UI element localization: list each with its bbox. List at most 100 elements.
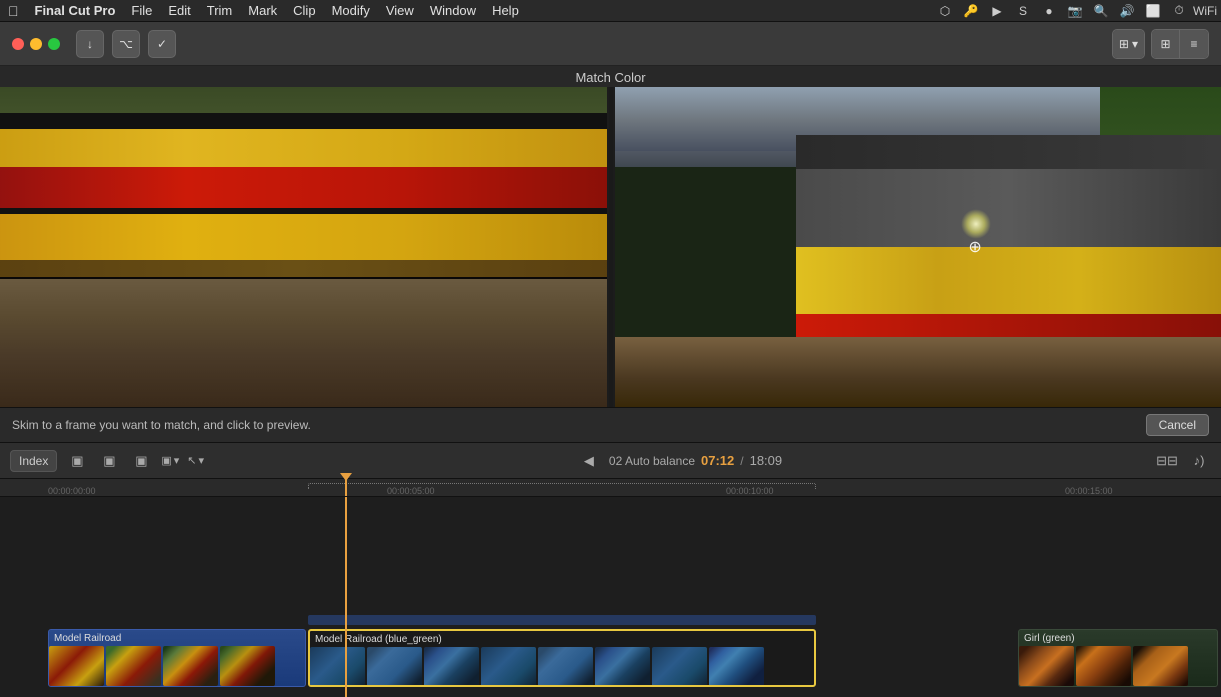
- menu-clip[interactable]: Clip: [293, 3, 315, 18]
- chevron-down-icon: ▾: [1132, 37, 1138, 51]
- viewer-left[interactable]: [0, 87, 607, 407]
- volume-icon: 🔊: [1119, 3, 1135, 19]
- train-red: [0, 167, 607, 209]
- check-icon: ✓: [157, 37, 167, 51]
- clip-thumb-1: [49, 646, 104, 686]
- clip-row: Model Railroad Model Railroad (blue_gree…: [0, 627, 1221, 687]
- menu-modify[interactable]: Modify: [332, 3, 370, 18]
- menu-file[interactable]: File: [131, 3, 152, 18]
- menu-trim[interactable]: Trim: [207, 3, 233, 18]
- layout-group: ⊞ ≡: [1151, 29, 1209, 59]
- search-icon: 🔍: [1093, 3, 1109, 19]
- skim-instruction: Skim to a frame you want to match, and c…: [12, 418, 1146, 432]
- ruler-mark-3: 00:00:15:00: [1065, 486, 1113, 496]
- viewer-button[interactable]: ⊞ ▾: [1113, 30, 1144, 58]
- viewer-icon: ⊞: [1119, 37, 1129, 51]
- main-content: Match Color: [0, 66, 1221, 697]
- timecode-total: 18:09: [750, 453, 783, 468]
- key-button[interactable]: ⌥: [112, 30, 140, 58]
- clip-label-model-railroad: Model Railroad: [54, 633, 121, 644]
- fullscreen-button[interactable]: [48, 38, 60, 50]
- clip-thumb-y6: [595, 647, 650, 685]
- clip-appearance-icon[interactable]: ▣: [65, 449, 89, 473]
- view-toggle-group: ⊞ ▾: [1112, 29, 1145, 59]
- menu-edit[interactable]: Edit: [168, 3, 190, 18]
- timecode-separator: /: [740, 454, 743, 468]
- clip-thumb-y1: [310, 647, 365, 685]
- playhead-triangle: [340, 473, 352, 481]
- rail-top: [0, 347, 607, 349]
- key-icon: ⌥: [119, 37, 133, 51]
- tool-chevron-icon: ▾: [199, 454, 205, 467]
- timeline-ruler: 00:00:00:00 00:00:05:00 00:00:10:00 00:0…: [0, 479, 1221, 497]
- menu-view[interactable]: View: [386, 3, 414, 18]
- time-icon: ⏱: [1171, 3, 1187, 19]
- clip-thumb-2: [106, 646, 161, 686]
- cancel-button[interactable]: Cancel: [1146, 414, 1209, 436]
- clip-appearance3-icon[interactable]: ▣: [129, 449, 153, 473]
- toolbar: ↓ ⌥ ✓ ⊞ ▾ ⊞ ≡: [0, 22, 1221, 66]
- playhead-ruler: [345, 479, 347, 496]
- toolbar-right: ⊞ ▾ ⊞ ≡: [1112, 29, 1209, 59]
- train-yellow-top: [0, 129, 607, 166]
- clip-thumb-g3: [1133, 646, 1188, 686]
- arrow-tool-icon: ↖: [187, 454, 196, 467]
- clip-options-icon: ▣: [161, 454, 171, 467]
- clip-thumbs-blue: [49, 646, 305, 686]
- back-button[interactable]: ↓: [76, 30, 104, 58]
- headlight: [961, 209, 991, 239]
- airplay-icon: ⬜: [1145, 3, 1161, 19]
- menu-mark[interactable]: Mark: [248, 3, 277, 18]
- play-icon: ▶: [989, 3, 1005, 19]
- menubar:  Final Cut Pro File Edit Trim Mark Clip…: [0, 0, 1221, 22]
- train-body: [0, 113, 607, 321]
- prev-button[interactable]: ◀: [577, 449, 601, 473]
- grid-button[interactable]: ⊞: [1152, 30, 1180, 58]
- status-bar: Skim to a frame you want to match, and c…: [0, 407, 1221, 443]
- auto-balance-label: 02 Auto balance: [609, 454, 695, 468]
- index-button[interactable]: Index: [10, 450, 57, 472]
- tool-selector[interactable]: ↖ ▾: [187, 454, 204, 467]
- grid-icon: ⊞: [1160, 37, 1170, 51]
- app-name[interactable]: Final Cut Pro: [35, 3, 116, 18]
- train-lower: [0, 260, 607, 277]
- clip-thumb-y2: [367, 647, 422, 685]
- minimize-button[interactable]: [30, 38, 42, 50]
- match-color-title: Match Color: [575, 70, 645, 85]
- clip-thumb-g2: [1076, 646, 1131, 686]
- menu-help[interactable]: Help: [492, 3, 519, 18]
- apple-logo-icon[interactable]: : [8, 3, 19, 19]
- menu-window[interactable]: Window: [430, 3, 476, 18]
- check-button[interactable]: ✓: [148, 30, 176, 58]
- viewer-right[interactable]: [615, 87, 1221, 407]
- train-engine: [796, 135, 1221, 359]
- match-color-header: Match Color: [0, 66, 1221, 87]
- wifi-icon: WiFi: [1197, 3, 1213, 19]
- clip-thumb-g1: [1019, 646, 1074, 686]
- clip-thumbs-girl: [1019, 646, 1217, 686]
- clip-appearance2-icon[interactable]: ▣: [97, 449, 121, 473]
- engine-yellow: [796, 247, 1221, 314]
- rail-bottom: [0, 367, 607, 369]
- clip-options-button[interactable]: ▣ ▾: [161, 454, 179, 467]
- train-top: [0, 113, 607, 130]
- selection-region: [308, 483, 816, 489]
- audio-icon[interactable]: ♪): [1187, 449, 1211, 473]
- clip-model-railroad-bg[interactable]: Model Railroad (blue_green): [308, 629, 816, 687]
- clip-model-railroad[interactable]: Model Railroad: [48, 629, 306, 687]
- clip-girl-green[interactable]: Girl (green): [1018, 629, 1218, 687]
- ground-right: [615, 337, 1221, 407]
- timeline-tracks[interactable]: Model Railroad Model Railroad (blue_gree…: [0, 497, 1221, 697]
- zoom-icon[interactable]: ⊟⊟: [1155, 449, 1179, 473]
- engine-body: [796, 169, 1221, 247]
- menubar-right: ⬡ 🔑 ▶ S ● 📷 🔍 🔊 ⬜ ⏱ WiFi: [937, 3, 1213, 19]
- secondary-clip-bar: [308, 615, 816, 625]
- clip-thumb-y5: [538, 647, 593, 685]
- list-button[interactable]: ≡: [1180, 30, 1208, 58]
- clip-thumb-y3: [424, 647, 479, 685]
- timeline-controls: Index ▣ ▣ ▣ ▣ ▾ ↖ ▾ ◀ 02 Auto balance 07…: [0, 443, 1221, 479]
- clip-thumb-y4: [481, 647, 536, 685]
- train-yellow-main: [0, 214, 607, 260]
- viewer-right-content: [615, 87, 1221, 407]
- close-button[interactable]: [12, 38, 24, 50]
